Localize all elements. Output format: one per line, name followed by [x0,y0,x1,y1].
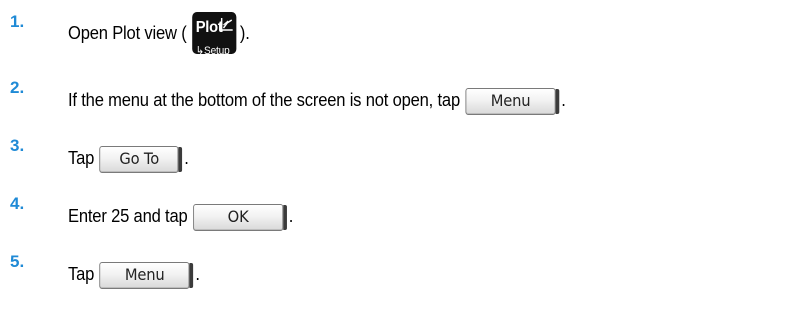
step-suffix: ). [239,23,250,43]
step-text: Tap Menu . [68,260,200,289]
step-2: 2. If the menu at the bottom of the scre… [0,78,792,122]
key-bottom-label: ↳Setup [195,45,230,57]
step-number: 4. [10,194,25,213]
step-number: 5. [10,252,25,271]
step-suffix: . [561,90,566,110]
step-text: Open Plot view ( Plot ↳Setup ). [68,12,250,57]
go-to-button: Go To [99,145,183,173]
step-4: 4. Enter 25 and tap OK . [0,194,792,238]
step-text: Enter 25 and tap OK . [68,202,294,231]
step-prefix: Open Plot view ( [68,23,187,43]
step-3: 3. Tap Go To . [0,136,792,180]
step-text: If the menu at the bottom of the screen … [68,86,566,115]
step-number: 2. [10,78,25,97]
plot-setup-key: Plot ↳Setup [192,12,237,57]
step-1: 1. Open Plot view ( Plot ↳Setup ). [0,12,792,57]
plot-axes-icon [220,18,233,31]
step-number: 1. [10,12,25,31]
menu-button: Menu [99,261,194,289]
step-suffix: . [288,206,294,226]
step-number: 3. [10,136,25,155]
menu-button: Menu [465,87,560,115]
ok-button: OK [193,203,287,231]
step-5: 5. Tap Menu . [0,252,792,296]
step-text: Tap Go To . [68,144,189,173]
step-prefix: If the menu at the bottom of the screen … [68,90,460,110]
step-suffix: . [195,264,200,284]
step-prefix: Tap [68,264,95,284]
step-prefix: Enter 25 and tap [68,206,188,226]
step-prefix: Tap [68,148,95,168]
step-suffix: . [184,148,189,168]
